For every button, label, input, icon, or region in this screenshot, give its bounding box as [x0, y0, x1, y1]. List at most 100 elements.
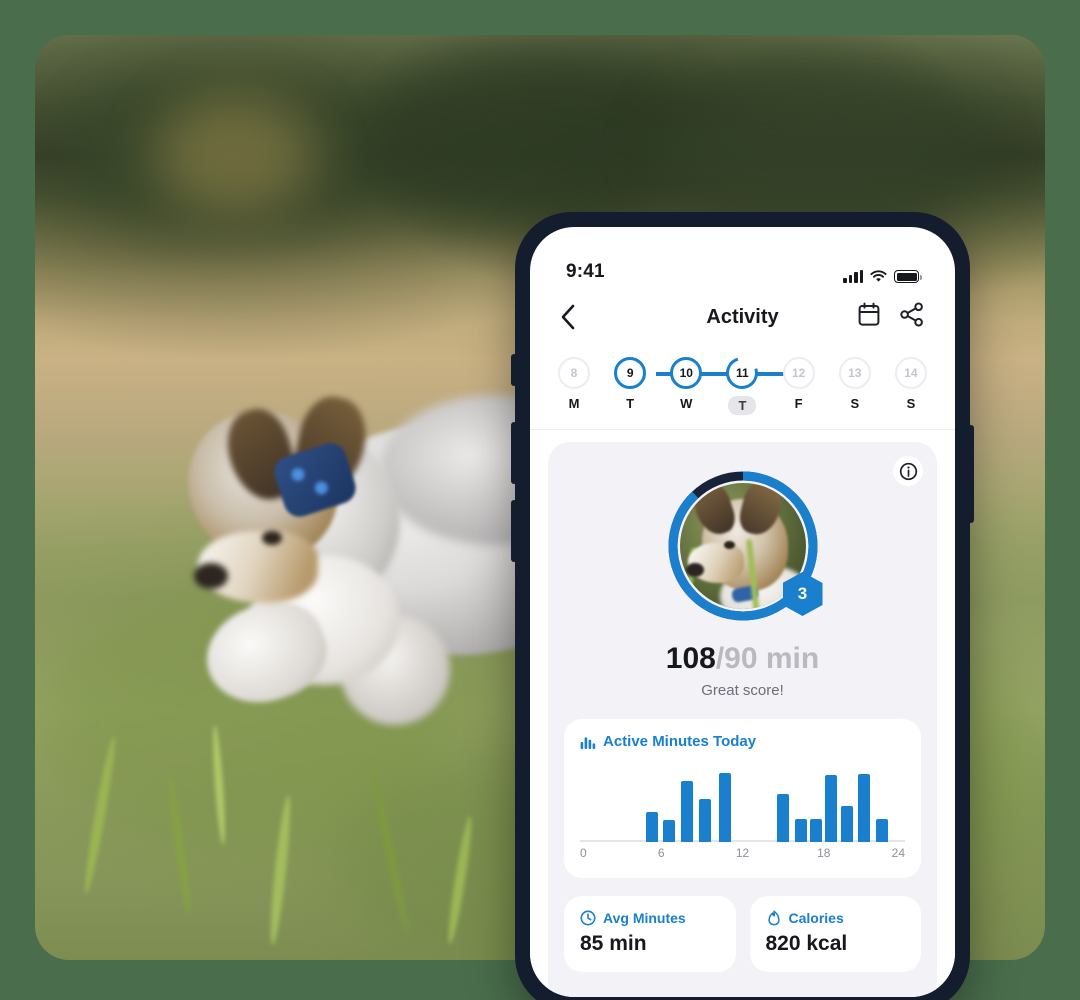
- day-label: T: [626, 396, 635, 411]
- day-label: S: [906, 396, 916, 411]
- dog-nose: [194, 563, 228, 589]
- day-number: 13: [848, 366, 862, 380]
- day-label: M: [568, 396, 580, 411]
- dog-eye: [723, 541, 735, 549]
- day-circle: 12: [782, 357, 815, 389]
- phone-volume-down-button[interactable]: [511, 500, 517, 562]
- chart-x-tick-label: 6: [657, 846, 665, 860]
- active-minutes-chart-card: Active Minutes Today 0 6 12 18 24: [564, 719, 921, 878]
- day-number: 9: [626, 366, 634, 380]
- phone-screen: 9:41 Activity 8 M 9 T 10 W 11 T 12 F 13 …: [530, 227, 955, 997]
- chart-x-tick-label: 24: [891, 846, 905, 860]
- day-label: S: [850, 396, 860, 411]
- back-button[interactable]: [560, 304, 590, 330]
- cellular-signal-icon: [843, 270, 863, 283]
- day-label: T: [728, 396, 757, 415]
- chart-bar: [875, 819, 888, 842]
- status-bar: 9:41: [530, 227, 955, 289]
- day-circle: 13: [838, 357, 871, 389]
- chart-bar: [698, 799, 711, 842]
- chart-x-tick-label: 0: [580, 846, 587, 860]
- battery-icon: [894, 270, 922, 283]
- bar-chart-icon: [580, 736, 596, 749]
- tree-blob: [155, 95, 315, 215]
- chart-bar: [718, 773, 731, 842]
- score-value: 108: [665, 642, 716, 675]
- share-icon: [900, 302, 923, 327]
- day-circle: 9: [614, 357, 647, 389]
- chart-axis-line: [580, 840, 905, 842]
- collar-led-icon: [289, 466, 307, 483]
- day-number: 14: [904, 366, 918, 380]
- day-item-9[interactable]: 9 T: [608, 357, 652, 411]
- day-item-8[interactable]: 8 M: [552, 357, 596, 411]
- dog-nose: [685, 563, 704, 577]
- flame-icon: [767, 910, 780, 926]
- progress-ring-wrapper: 3: [564, 468, 921, 624]
- collar-led-icon: [313, 479, 330, 497]
- share-button[interactable]: [899, 302, 925, 332]
- stat-value: 85 min: [580, 932, 647, 955]
- score-goal: /90 min: [715, 642, 820, 675]
- calendar-button[interactable]: [857, 302, 881, 332]
- chart-bar: [824, 774, 837, 842]
- chevron-left-icon: [561, 304, 575, 330]
- chart-bar: [777, 793, 790, 842]
- chart-x-axis: 0 6 12 18 24: [580, 846, 905, 866]
- chart-bar: [794, 818, 807, 842]
- activity-progress-ring[interactable]: 3: [665, 468, 823, 624]
- chart-title: Active Minutes Today: [603, 733, 757, 750]
- stat-card-avg-minutes[interactable]: Avg Minutes 85 min: [564, 896, 736, 972]
- status-bar-icons: [843, 270, 922, 283]
- day-number: 12: [791, 366, 806, 380]
- score-readout: 108/90 min: [564, 642, 921, 676]
- day-number: 11: [736, 366, 749, 380]
- chart-x-tick-label: 18: [817, 846, 831, 860]
- day-selector: 8 M 9 T 10 W 11 T 12 F 13 S 14 S: [530, 345, 955, 430]
- day-label: W: [680, 396, 693, 411]
- chart-bar: [858, 774, 871, 842]
- stat-row: Avg Minutes 85 min Calories 820 kcal: [564, 896, 921, 992]
- activity-content: 3 108/90 min Great score! Active Minutes…: [530, 430, 955, 997]
- calendar-icon: [858, 302, 880, 326]
- nav-bar: Activity: [530, 289, 955, 345]
- phone-mockup: 9:41 Activity 8 M 9 T 10 W 11 T 12 F 13 …: [511, 212, 974, 1000]
- day-item-12[interactable]: 12 F: [777, 357, 821, 411]
- day-circle: 14: [894, 357, 927, 389]
- clock-icon: [580, 910, 596, 926]
- chart-plot-area: [580, 760, 905, 842]
- day-item-14[interactable]: 14 S: [889, 357, 933, 411]
- phone-mute-switch[interactable]: [511, 354, 517, 386]
- phone-volume-up-button[interactable]: [511, 422, 517, 484]
- stat-label: Avg Minutes: [603, 910, 686, 926]
- nav-actions: [857, 302, 925, 332]
- chart-x-tick-label: 12: [735, 846, 750, 860]
- stat-value: 820 kcal: [765, 932, 848, 955]
- day-item-11-selected[interactable]: 11 T: [720, 351, 765, 415]
- day-circle: 11: [720, 351, 765, 395]
- phone-power-button[interactable]: [968, 425, 974, 523]
- day-number: 10: [679, 366, 693, 380]
- chart-header: Active Minutes Today: [580, 733, 905, 750]
- day-item-13[interactable]: 13 S: [833, 357, 877, 411]
- stat-label: Calories: [788, 910, 844, 926]
- activity-score-card: 3 108/90 min Great score! Active Minutes…: [548, 442, 937, 997]
- stat-header: Avg Minutes: [580, 910, 720, 926]
- tree-blob: [365, 55, 695, 225]
- wifi-icon: [870, 270, 887, 282]
- day-number: 8: [570, 366, 578, 380]
- stat-header: Calories: [766, 910, 906, 926]
- status-bar-clock: 9:41: [566, 261, 605, 282]
- day-circle: 10: [670, 357, 703, 389]
- day-label: F: [794, 396, 803, 411]
- tree-blob: [655, 70, 985, 230]
- chart-bar: [680, 781, 693, 842]
- score-caption: Great score!: [701, 682, 784, 699]
- dog-eye: [262, 531, 282, 545]
- stat-card-calories[interactable]: Calories 820 kcal: [749, 896, 921, 972]
- chart-bar: [809, 818, 822, 842]
- chart-bar: [663, 820, 676, 842]
- chart-bar: [840, 806, 853, 842]
- day-circle: 8: [558, 357, 590, 389]
- day-item-10[interactable]: 10 W: [664, 357, 708, 411]
